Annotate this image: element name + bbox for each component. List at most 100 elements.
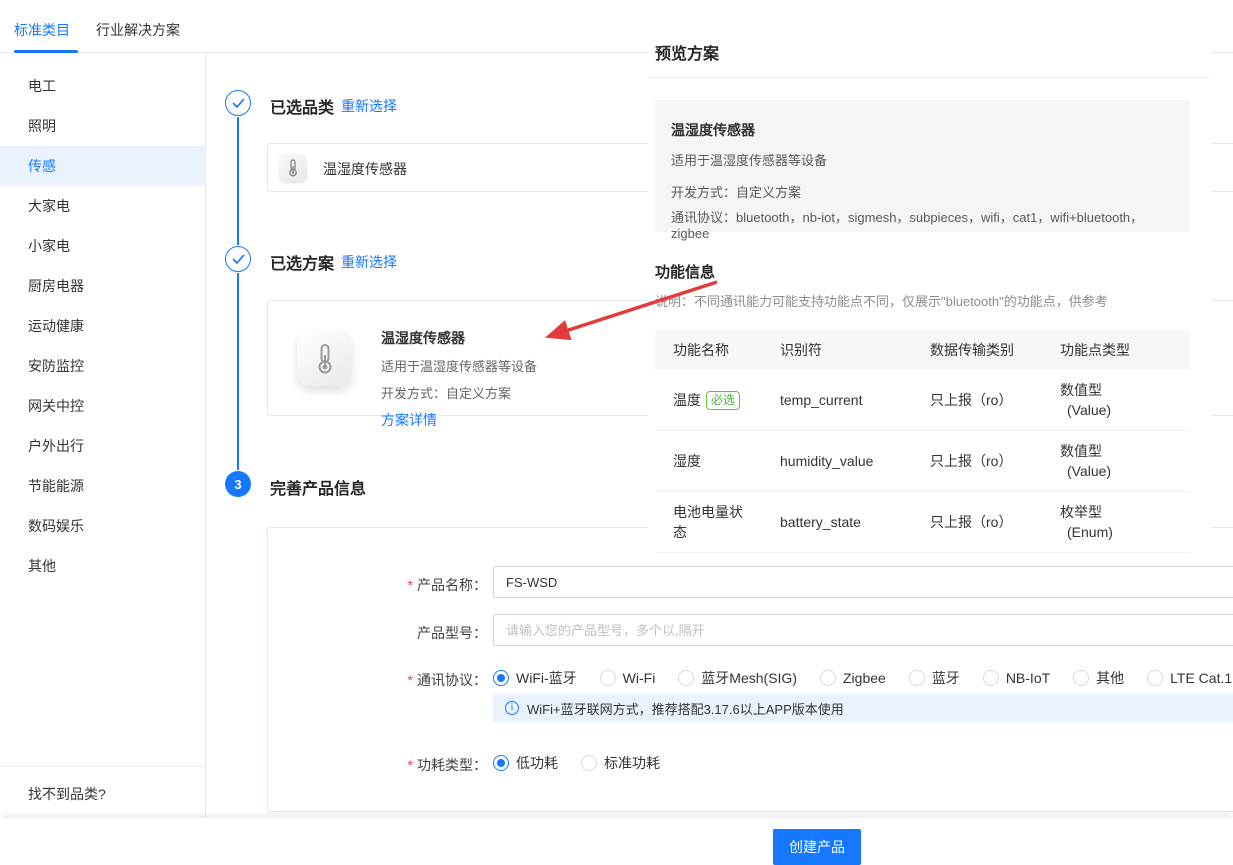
tab-industry-solution[interactable]: 行业解决方案 <box>96 20 180 40</box>
dp-type-line1: 数值型 <box>1060 441 1184 461</box>
sidebar-item-sensor[interactable]: 传感 <box>0 146 205 186</box>
product-name-label-text: 产品名称： <box>417 577 487 593</box>
step1-title: 已选品类 <box>270 94 334 118</box>
radio-icon <box>600 670 616 686</box>
col-transfer-type: 数据传输类别 <box>912 340 1042 360</box>
radio-lte-cat1[interactable]: LTE Cat.1 <box>1147 670 1232 686</box>
thermometer-icon <box>297 331 352 386</box>
radio-label: 低功耗 <box>516 753 558 773</box>
sidebar-item-kitchen-appliance[interactable]: 厨房电器 <box>0 266 205 306</box>
step2-reselect-link[interactable]: 重新选择 <box>341 252 397 272</box>
radio-icon <box>678 670 694 686</box>
radio-label: Zigbee <box>843 670 886 686</box>
radio-icon <box>909 670 925 686</box>
sidebar-item-small-appliance[interactable]: 小家电 <box>0 226 205 266</box>
identifier-cell: temp_current <box>762 392 912 408</box>
dp-type-cell: 数值型 (Value) <box>1042 441 1190 481</box>
radio-label: 蓝牙 <box>932 668 960 688</box>
dp-type-line2: (Value) <box>1060 400 1184 420</box>
step3-title: 完善产品信息 <box>270 475 366 499</box>
solution-dev-mode: 开发方式：自定义方案 <box>381 383 537 402</box>
dp-type-cell: 数值型 (Value) <box>1042 380 1190 420</box>
radio-label: WiFi-蓝牙 <box>516 668 577 688</box>
table-row: 湿度 humidity_value 只上报（ro） 数值型 (Value) <box>655 431 1190 492</box>
dp-type-cell: 枚举型 (Enum) <box>1042 502 1190 542</box>
col-dp-type: 功能点类型 <box>1042 340 1190 360</box>
power-type-label-text: 功耗类型： <box>417 757 487 773</box>
required-mark: * <box>408 757 413 773</box>
preview-dev-mode: 开发方式：自定义方案 <box>671 182 1174 201</box>
radio-label: 标准功耗 <box>604 753 660 773</box>
step2-check-icon <box>225 246 251 272</box>
required-badge: 必选 <box>706 391 740 410</box>
step1-reselect-link[interactable]: 重新选择 <box>341 96 397 116</box>
radio-label: Wi-Fi <box>623 670 656 686</box>
cannot-find-category-link[interactable]: 找不到品类? <box>0 766 205 818</box>
sidebar-item-electrical[interactable]: 电工 <box>0 66 205 106</box>
tab-standard-category[interactable]: 标准类目 <box>14 20 70 40</box>
radio-zigbee[interactable]: Zigbee <box>820 670 886 686</box>
identifier-cell: battery_state <box>762 514 912 530</box>
info-icon: i <box>505 701 519 715</box>
sidebar-item-others[interactable]: 其他 <box>0 546 205 586</box>
preview-solution-desc: 适用于温湿度传感器等设备 <box>671 150 1174 169</box>
radio-icon <box>1147 670 1163 686</box>
solution-name: 温湿度传感器 <box>381 328 537 348</box>
protocol-hint-text: WiFi+蓝牙联网方式，推荐搭配3.17.6以上APP版本使用 <box>527 699 844 718</box>
power-type-radio-group: 低功耗 标准功耗 <box>493 753 660 773</box>
sidebar-item-security-monitor[interactable]: 安防监控 <box>0 346 205 386</box>
transfer-cell: 只上报（ro） <box>912 451 1042 471</box>
radio-checked-icon <box>493 670 509 686</box>
sidebar-item-gateway[interactable]: 网关中控 <box>0 386 205 426</box>
radio-nbiot[interactable]: NB-IoT <box>983 670 1050 686</box>
protocol-hint-banner: i WiFi+蓝牙联网方式，推荐搭配3.17.6以上APP版本使用 <box>493 694 1233 722</box>
function-table: 功能名称 识别符 数据传输类别 功能点类型 温度 必选 temp_current… <box>655 330 1190 553</box>
solution-preview-panel: 预览方案 温湿度传感器 适用于温湿度传感器等设备 开发方式：自定义方案 通讯协议… <box>648 0 1211 561</box>
radio-icon <box>983 670 999 686</box>
radio-bluetooth-mesh[interactable]: 蓝牙Mesh(SIG) <box>678 668 797 688</box>
solution-detail-link[interactable]: 方案详情 <box>381 410 537 430</box>
transfer-cell: 只上报（ro） <box>912 512 1042 532</box>
bottom-action-bar <box>0 818 1233 865</box>
dp-type-line1: 枚举型 <box>1060 502 1184 522</box>
function-name-cell: 温度 必选 <box>655 390 762 410</box>
function-name: 湿度 <box>673 451 701 471</box>
category-list: 电工 照明 传感 大家电 小家电 厨房电器 运动健康 安防监控 网关中控 户外出… <box>0 66 205 586</box>
function-name-cell: 湿度 <box>655 451 762 471</box>
dp-type-line2: (Value) <box>1060 461 1184 481</box>
function-name: 温度 <box>673 390 701 410</box>
radio-label: LTE Cat.1 <box>1170 670 1232 686</box>
dp-type-line1: 数值型 <box>1060 380 1184 400</box>
radio-bluetooth[interactable]: 蓝牙 <box>909 668 960 688</box>
sidebar-item-sport-health[interactable]: 运动健康 <box>0 306 205 346</box>
transfer-cell: 只上报（ro） <box>912 390 1042 410</box>
product-model-input[interactable] <box>493 614 1233 646</box>
product-model-label: 产品型号： <box>257 623 487 643</box>
protocol-label: *通讯协议： <box>257 670 487 690</box>
radio-wifi[interactable]: Wi-Fi <box>600 670 656 686</box>
preview-title: 预览方案 <box>655 40 719 64</box>
radio-low-power[interactable]: 低功耗 <box>493 753 558 773</box>
step-connector-line <box>237 273 239 470</box>
sidebar-item-lighting[interactable]: 照明 <box>0 106 205 146</box>
product-name-input[interactable] <box>493 566 1233 598</box>
radio-checked-icon <box>493 755 509 771</box>
sidebar-item-large-appliance[interactable]: 大家电 <box>0 186 205 226</box>
radio-label: 蓝牙Mesh(SIG) <box>701 668 797 688</box>
radio-standard-power[interactable]: 标准功耗 <box>581 753 660 773</box>
protocol-label-text: 通讯协议： <box>417 672 487 688</box>
step-connector-line <box>237 117 239 245</box>
create-product-button[interactable]: 创建产品 <box>773 829 861 865</box>
solution-card-text: 温湿度传感器 适用于温湿度传感器等设备 开发方式：自定义方案 方案详情 <box>381 328 537 430</box>
function-table-header: 功能名称 识别符 数据传输类别 功能点类型 <box>655 330 1190 370</box>
radio-other[interactable]: 其他 <box>1073 668 1124 688</box>
sidebar-item-digital-entertainment[interactable]: 数码娱乐 <box>0 506 205 546</box>
sidebar-item-energy[interactable]: 节能能源 <box>0 466 205 506</box>
radio-wifi-bluetooth[interactable]: WiFi-蓝牙 <box>493 668 577 688</box>
sidebar-item-outdoor[interactable]: 户外出行 <box>0 426 205 466</box>
function-info-heading: 功能信息 <box>655 261 715 282</box>
col-function-name: 功能名称 <box>655 340 762 360</box>
col-identifier: 识别符 <box>762 340 912 360</box>
required-mark: * <box>408 672 413 688</box>
table-row: 电池电量状态 battery_state 只上报（ro） 枚举型 (Enum) <box>655 492 1190 553</box>
